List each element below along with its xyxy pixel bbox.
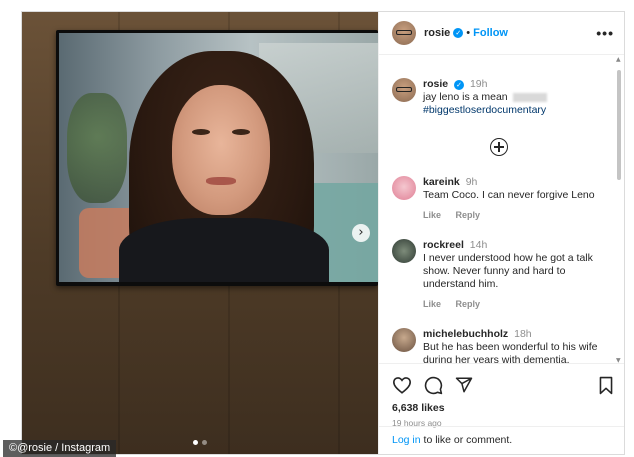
- heart-icon[interactable]: [392, 376, 412, 394]
- woman-shirt: [119, 218, 329, 282]
- background-plant: [67, 93, 127, 203]
- comment-time: 18h: [514, 328, 532, 340]
- avatar[interactable]: [392, 21, 416, 45]
- comment-icon[interactable]: [424, 376, 443, 395]
- comment-text: I never understood how he got a talk sho…: [423, 252, 593, 290]
- woman-face: [172, 85, 270, 215]
- comment-text-block: kareink 9h Team Coco. I can never forgiv…: [423, 176, 595, 222]
- scrollbar-thumb[interactable]: [617, 70, 621, 180]
- post-footer: 6,638 likes 19 hours ago Log in to like …: [379, 363, 624, 454]
- comments-scrollbar[interactable]: ▲ ▼: [616, 56, 622, 363]
- avatar[interactable]: [392, 328, 416, 352]
- verified-badge-icon: ✓: [453, 28, 464, 38]
- share-icon[interactable]: [455, 376, 473, 394]
- login-suffix-text: to like or comment.: [420, 434, 513, 446]
- login-prompt: Log in to like or comment.: [379, 426, 624, 454]
- carousel-dots: [193, 440, 207, 445]
- login-link[interactable]: Log in: [392, 434, 421, 446]
- reply-comment-button[interactable]: Reply: [456, 210, 481, 220]
- likes-count[interactable]: 6,638 likes: [379, 402, 624, 414]
- image-credit: ©@rosie / Instagram: [3, 440, 117, 457]
- caption-text-block: rosie ✓ 19h jay leno is a mean #biggestl…: [423, 78, 547, 117]
- comment-item: michelebuchholz 18h But he has been wond…: [392, 328, 607, 363]
- comment-text-block: rockreel 14h I never understood how he g…: [423, 239, 603, 311]
- comment-username[interactable]: rockreel: [423, 239, 464, 251]
- blurred-word: [512, 92, 547, 102]
- glasses-detail: [396, 30, 412, 35]
- comment-item: kareink 9h Team Coco. I can never forgiv…: [392, 176, 607, 222]
- separator-bullet: •: [466, 27, 471, 39]
- hashtag-link[interactable]: #biggestloserdocumentary: [423, 104, 547, 117]
- action-bar: [379, 370, 624, 400]
- like-comment-button[interactable]: Like: [423, 299, 441, 309]
- comment-username[interactable]: michelebuchholz: [423, 328, 508, 340]
- comment-actions: Like Reply: [423, 298, 603, 311]
- eye: [192, 129, 210, 135]
- eye: [232, 129, 250, 135]
- comment-text-block: michelebuchholz 18h But he has been wond…: [423, 328, 603, 363]
- instagram-post-frame: › rosie ✓ • Follow ••• rosie ✓ 19h jay l…: [21, 11, 625, 455]
- verified-badge-icon: ✓: [454, 80, 465, 90]
- bookmark-icon[interactable]: [598, 376, 614, 395]
- carousel-next-button[interactable]: ›: [352, 224, 370, 242]
- scroll-up-arrow-icon[interactable]: ▲: [616, 56, 621, 63]
- carousel-dot: [202, 440, 207, 445]
- comment-time: 14h: [469, 239, 488, 251]
- caption-text: jay leno is a mean: [423, 91, 508, 103]
- carousel-dot-active: [193, 440, 198, 445]
- post-header: rosie ✓ • Follow •••: [379, 12, 624, 55]
- load-more-comments-button[interactable]: [490, 138, 508, 156]
- post-username[interactable]: rosie: [424, 27, 450, 39]
- mouth: [206, 177, 236, 185]
- television-photo: [56, 30, 378, 286]
- chevron-right-icon: ›: [358, 225, 364, 240]
- post-media[interactable]: ›: [22, 12, 378, 454]
- follow-button[interactable]: Follow: [473, 27, 508, 39]
- comment-actions: Like Reply: [423, 209, 595, 222]
- tv-screen: [59, 33, 378, 282]
- avatar[interactable]: [392, 78, 416, 102]
- like-comment-button[interactable]: Like: [423, 210, 441, 220]
- comment-time: 9h: [465, 176, 478, 188]
- caption-time: 19h: [469, 78, 488, 90]
- caption: rosie ✓ 19h jay leno is a mean #biggestl…: [392, 78, 607, 117]
- glasses-detail: [396, 87, 412, 92]
- caption-username[interactable]: rosie: [423, 78, 448, 90]
- comment-username[interactable]: kareink: [423, 176, 460, 188]
- comments-list[interactable]: rosie ✓ 19h jay leno is a mean #biggestl…: [379, 56, 624, 363]
- comment-text: Team Coco. I can never forgive Leno: [423, 189, 595, 201]
- avatar[interactable]: [392, 176, 416, 200]
- comment-text: But he has been wonderful to his wife du…: [423, 341, 598, 363]
- comment-item: rockreel 14h I never understood how he g…: [392, 239, 607, 311]
- avatar[interactable]: [392, 239, 416, 263]
- more-icon[interactable]: •••: [596, 25, 614, 41]
- post-side-panel: rosie ✓ • Follow ••• rosie ✓ 19h jay len…: [378, 12, 624, 454]
- reply-comment-button[interactable]: Reply: [456, 299, 481, 309]
